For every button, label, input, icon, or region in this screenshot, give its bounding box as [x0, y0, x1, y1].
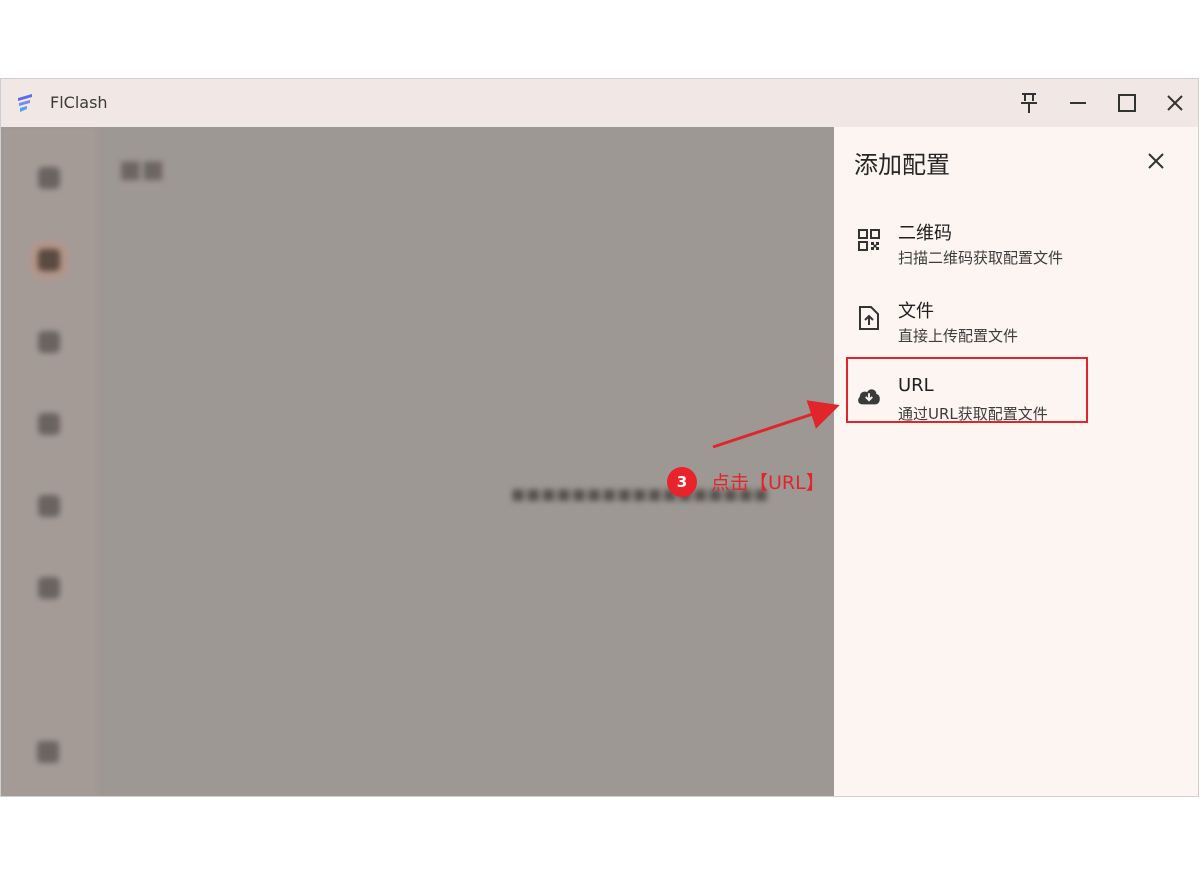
option-subtitle: 直接上传配置文件: [898, 327, 1019, 345]
logs-icon: [38, 495, 60, 517]
flclash-logo-icon: [18, 94, 32, 112]
step-instruction: 点击【URL】: [711, 472, 825, 494]
blurred-main-content: ■■ ■■■■■■■■■■■■■■■■■: [1, 127, 834, 796]
rail-item: [29, 167, 69, 210]
close-icon: [1167, 95, 1183, 111]
minimize-icon: [1070, 102, 1086, 104]
maximize-icon: [1118, 94, 1136, 112]
file-upload-icon: [856, 305, 882, 331]
pin-icon: [1021, 93, 1037, 113]
settings-icon: [37, 741, 59, 763]
qr-code-icon: [856, 227, 882, 253]
option-qr-code[interactable]: 二维码 扫描二维码获取配置文件: [834, 205, 1198, 279]
minimize-button[interactable]: [1062, 87, 1094, 119]
navigation-rail: [1, 127, 97, 796]
blurred-page-title: ■■: [119, 155, 165, 183]
app-window: FlClash ■■ ■■■■■■■■■■■■■■■■■ 添加配置 二维码 扫描…: [0, 78, 1199, 797]
proxies-icon: [38, 331, 60, 353]
rail-item: [29, 577, 69, 620]
app-title: FlClash: [50, 93, 108, 112]
dashboard-icon: [38, 167, 60, 189]
close-icon: [1148, 153, 1164, 169]
add-profile-panel: 添加配置 二维码 扫描二维码获取配置文件 文件 直接上传配置文件 URL 通过U…: [834, 127, 1198, 796]
option-subtitle: 扫描二维码获取配置文件: [898, 249, 1064, 267]
rail-item: [29, 495, 69, 538]
close-button[interactable]: [1159, 87, 1191, 119]
panel-close-button[interactable]: [1140, 145, 1172, 177]
rail-item: [29, 413, 69, 456]
connections-icon: [38, 413, 60, 435]
panel-title: 添加配置: [854, 151, 950, 179]
tools-icon: [38, 577, 60, 599]
maximize-button[interactable]: [1111, 87, 1143, 119]
option-title: 文件: [898, 301, 934, 322]
rail-item: [29, 331, 69, 374]
title-bar: FlClash: [1, 79, 1198, 127]
option-file[interactable]: 文件 直接上传配置文件: [834, 283, 1198, 357]
option-title: 二维码: [898, 223, 952, 244]
profiles-icon: [38, 249, 60, 271]
step-number-badge: 3: [667, 467, 697, 497]
rail-item-active: [29, 249, 69, 292]
pin-button[interactable]: [1013, 87, 1045, 119]
url-highlight-box: [846, 357, 1088, 423]
